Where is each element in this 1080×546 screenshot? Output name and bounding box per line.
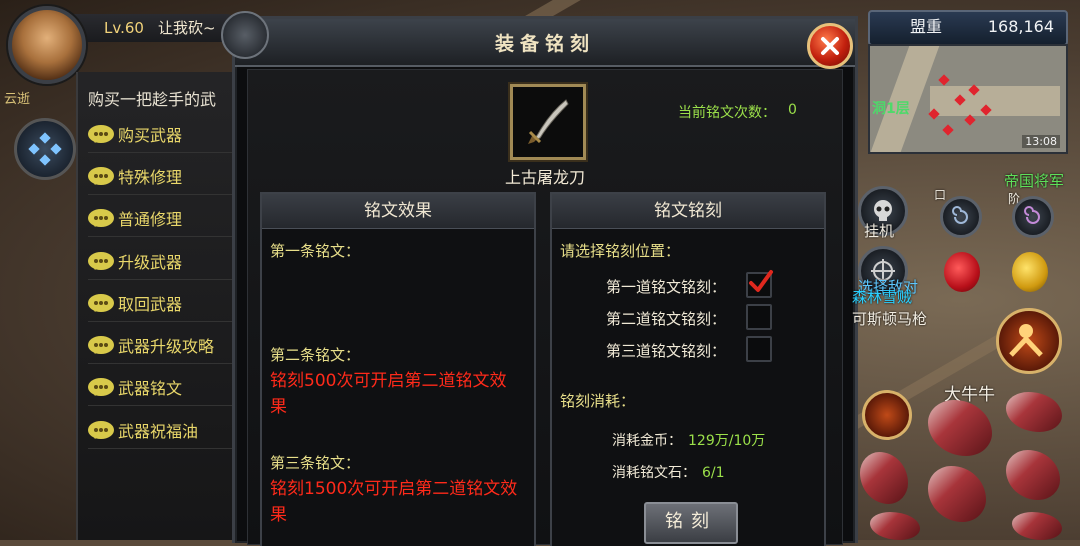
second-inscription-text: 铭刻500次可开启第二道铭文效果 [270,371,507,417]
third-inscription-title: 第三条铭文： [270,454,361,472]
skill-slot-1[interactable] [862,390,912,440]
chat-bubble-icon [88,294,114,312]
checkmark-icon [749,270,773,292]
enemy-name-label: 帝国将军 [1004,172,1065,190]
npc-option-weapon-inscription[interactable]: 武器铭文 [88,369,236,406]
minimap-floor-label: 洞1层 [872,101,910,117]
enemy-title-label: 森林雪贼 [852,288,913,306]
main-skill-button[interactable] [996,308,1062,374]
game-clock: 13:08 [1022,135,1060,148]
npc-option-upgrade-weapon[interactable]: 升级武器 [88,243,236,280]
o-label: 口 [934,188,947,202]
npc-dialog-panel: 购买一把趁手的武 购买武器 特殊修理 普通修理 升级武器 取回武器 武器升级攻略… [76,72,238,540]
spiral-skill-button[interactable] [940,196,982,238]
chat-bubble-icon [88,125,114,143]
inscription-count-value: 0 [788,102,797,118]
gold-cost-value: 129万/10万 [688,433,766,449]
dialog-title: 装备铭刻 [494,33,595,55]
npc-option-label: 购买武器 [118,126,183,145]
npc-option-upgrade-guide[interactable]: 武器升级攻略 [88,327,236,364]
close-icon [821,37,839,55]
npc-option-label: 普通修理 [118,210,183,229]
chat-bubble-icon [88,378,114,396]
location-name: 盟重 [910,17,943,36]
spiral-icon [1024,206,1040,224]
weapon-name: 上古屠龙刀 [504,168,585,187]
player-level: Lv.60 [104,19,144,37]
stone-cost-value: 6/1 [702,465,725,481]
main-menu-button[interactable] [14,118,76,180]
second-inscription-title: 第二条铭文： [270,346,361,364]
location-coordinates: 168,164 [987,17,1054,36]
inscription-engrave-panel: 铭文铭刻 请选择铭刻位置： 第一道铭文铭刻： 第二道铭文铭刻： 第三道铭文铭刻：… [550,192,826,546]
location-bar: 盟重 168,164 [868,10,1068,46]
player-name: 让我砍~ [157,19,216,37]
weapon-slot[interactable] [510,84,586,160]
slot-2-checkbox[interactable] [746,304,772,330]
chat-bubble-icon [88,209,114,227]
player-name-tag: 云逝 [4,92,31,107]
position-prompt: 请选择铭刻位置： [560,242,681,260]
npc-option-label: 武器铭文 [118,379,183,398]
ally-name-label: 可斯顿马枪 [852,310,928,328]
slot-label-1: 第一道铭文铭刻： [606,278,727,296]
mp-potion-icon[interactable] [1012,252,1048,292]
npc-option-label: 取回武器 [118,295,183,314]
npc-option-special-repair[interactable]: 特殊修理 [88,158,236,195]
npc-option-blessing-oil[interactable]: 武器祝福油 [88,412,236,449]
slot-3-checkbox[interactable] [746,336,772,362]
third-inscription-text: 铭刻1500次可开启第二道铭文效果 [270,479,518,525]
effects-heading: 铭文效果 [262,194,534,229]
slot-1-checkbox[interactable] [746,270,773,298]
stone-cost-label: 消耗铭文石： [612,465,696,481]
first-inscription-title: 第一条铭文： [270,242,361,260]
chat-bubble-icon [88,167,114,185]
dialog-body: 当前铭文次数： 0 上古屠龙刀 铭文效果 第一条铭文： 第二条铭文： 铭刻500… [247,69,843,546]
chat-bubble-icon [88,252,114,270]
cost-title: 铭刻消耗： [560,392,636,410]
player-avatar[interactable] [8,6,86,84]
warrior-skill-icon [1009,324,1043,357]
npc-option-label: 特殊修理 [118,168,183,187]
inscription-dialog: 装备铭刻 当前铭文次数： 0 上古屠龙刀 铭文效果 第一条铭文： 第二条铭文： … [221,11,858,546]
spiral-icon [952,206,968,224]
chat-bubble-icon [88,421,114,439]
npc-option-retrieve-weapon[interactable]: 取回武器 [88,285,236,322]
chat-bubble-icon [88,336,114,354]
hp-potion-icon[interactable] [944,252,980,292]
grid-diamond-icon [28,132,62,166]
player-level-bar: Lv.60 让我砍~ [70,14,240,42]
corner-ornament [221,11,269,59]
npc-option-label: 武器升级攻略 [118,337,215,356]
npc-option-buy-weapon[interactable]: 购买武器 [88,116,236,153]
stone-cost-row: 消耗铭文石： 6/1 [612,462,725,482]
engrave-heading-rest: 文铭刻 [671,201,722,221]
engrave-heading-prefix: 铭 [654,201,671,221]
auto-battle-label: 挂机 [864,222,895,240]
engrave-heading: 铭文铭刻 [552,194,824,229]
engrave-button[interactable]: 铭刻 [644,502,738,544]
dragon-blade-icon [528,99,569,144]
npc-intro-text: 购买一把趁手的武 [88,90,217,109]
inscription-effects-panel: 铭文效果 第一条铭文： 第二条铭文： 铭刻500次可开启第二道铭文效果 第三条铭… [260,192,536,546]
spiral-skill-button-2[interactable] [1012,196,1054,238]
npc-option-label: 升级武器 [118,253,183,272]
gold-cost-row: 消耗金币： 129万/10万 [612,430,765,450]
slot-label-3: 第三道铭文铭刻： [606,342,727,360]
slot-label-2: 第二道铭文铭刻： [606,310,727,328]
minimap[interactable]: 洞1层 13:08 [868,44,1068,154]
dialog-header: 装备铭刻 [235,19,855,67]
close-button[interactable] [807,23,853,69]
gold-cost-label: 消耗金币： [612,433,682,449]
npc-option-label: 武器祝福油 [118,422,199,441]
npc-option-normal-repair[interactable]: 普通修理 [88,200,236,237]
inscription-count-label: 当前铭文次数： [678,105,776,121]
